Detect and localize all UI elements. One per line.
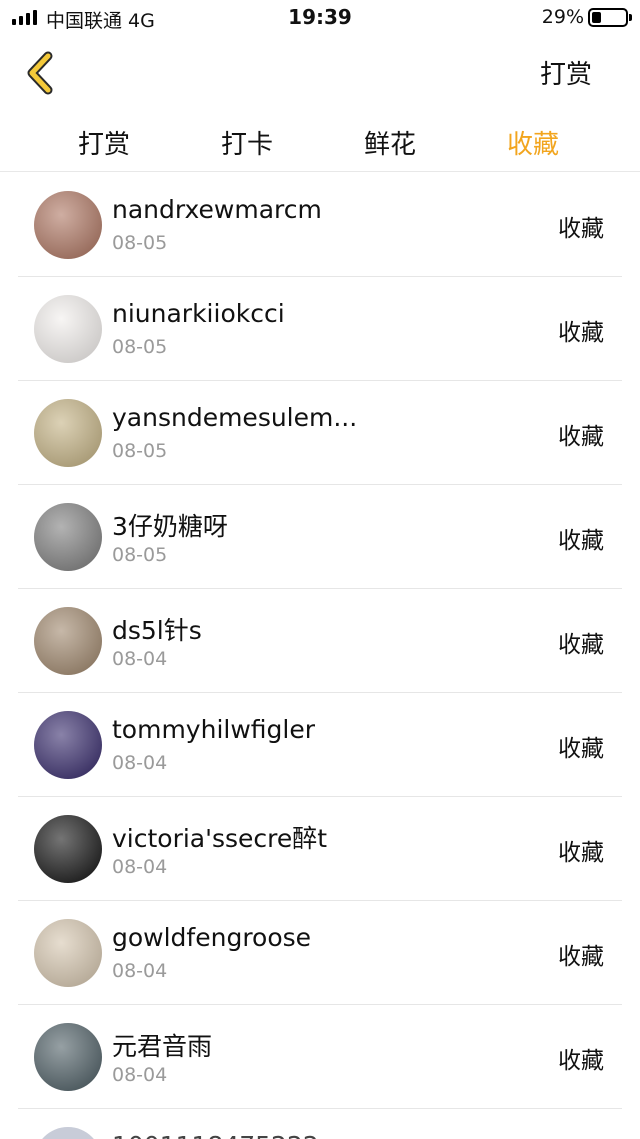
favorite-label: 收藏 [558,632,604,658]
list-item[interactable]: niunarkiiokcci 08-05 收藏 [0,277,640,381]
list-item[interactable]: victoria'ssecre醉t 08-04 收藏 [0,797,640,901]
avatar[interactable] [34,815,102,883]
battery-percent: 29% [541,6,584,28]
status-bar: 中国联通 4G 19:39 29% [0,0,640,36]
item-date: 08-05 [112,440,168,462]
item-date: 08-04 [112,648,168,670]
list-item[interactable]: gowldfengroose 08-04 收藏 [0,901,640,1005]
favorite-label: 收藏 [558,944,604,970]
username: 元君音雨 [112,1032,213,1061]
favorite-label: 收藏 [558,840,604,866]
list-item[interactable]: 元君音雨 08-04 收藏 [0,1005,640,1109]
avatar[interactable] [34,399,102,467]
battery-icon [588,8,632,27]
list-item[interactable]: yansndemesulem... 08-05 收藏 [0,381,640,485]
list-item[interactable]: 3仔奶糖呀 08-05 收藏 [0,485,640,589]
tab-bar: 打赏 打卡 鲜花 收藏 [0,112,640,172]
username: victoria'ssecre醉t [112,824,328,853]
favorite-label: 收藏 [558,424,604,450]
list-item[interactable]: tommyhilwfigler 08-04 收藏 [0,693,640,797]
favorite-label: 收藏 [558,736,604,762]
avatar[interactable] [34,503,102,571]
reward-button[interactable]: 打赏 [540,54,592,91]
tab-reward[interactable]: 打赏 [44,124,164,161]
avatar[interactable] [34,711,102,779]
item-date: 08-05 [112,544,168,566]
username: 1001118475222 [112,1131,319,1139]
username: tommyhilwfigler [112,715,316,744]
username: 3仔奶糖呀 [112,512,228,541]
item-date: 08-05 [112,232,168,254]
tab-favorites[interactable]: 收藏 [473,124,593,161]
username: nandrxewmarcm [112,195,322,224]
item-date: 08-04 [112,960,168,982]
username: gowldfengroose [112,923,312,952]
item-date: 08-04 [112,1064,168,1086]
list-item[interactable]: ds5l针s 08-04 收藏 [0,589,640,693]
avatar[interactable] [34,1023,102,1091]
favorite-label: 收藏 [558,1048,604,1074]
username: ds5l针s [112,616,202,645]
avatar[interactable] [34,191,102,259]
nav-bar: 打赏 [0,36,640,112]
username: niunarkiiokcci [112,299,285,328]
avatar[interactable] [34,919,102,987]
favorites-list: nandrxewmarcm 08-05 收藏 niunarkiiokcci 08… [0,173,640,1139]
favorite-label: 收藏 [558,216,604,242]
item-date: 08-04 [112,752,168,774]
avatar[interactable] [34,607,102,675]
avatar[interactable] [34,1127,102,1139]
chevron-left-icon [27,51,53,95]
avatar[interactable] [34,295,102,363]
item-date: 08-04 [112,856,168,878]
tab-checkin[interactable]: 打卡 [187,124,307,161]
back-button[interactable] [20,50,64,96]
favorite-label: 收藏 [558,528,604,554]
item-date: 08-05 [112,336,168,358]
favorite-label: 收藏 [558,320,604,346]
list-item[interactable]: nandrxewmarcm 08-05 收藏 [0,173,640,277]
list-item-partial[interactable]: 1001118475222 [0,1109,640,1139]
username: yansndemesulem... [112,403,358,432]
tab-flowers[interactable]: 鲜花 [330,124,450,161]
